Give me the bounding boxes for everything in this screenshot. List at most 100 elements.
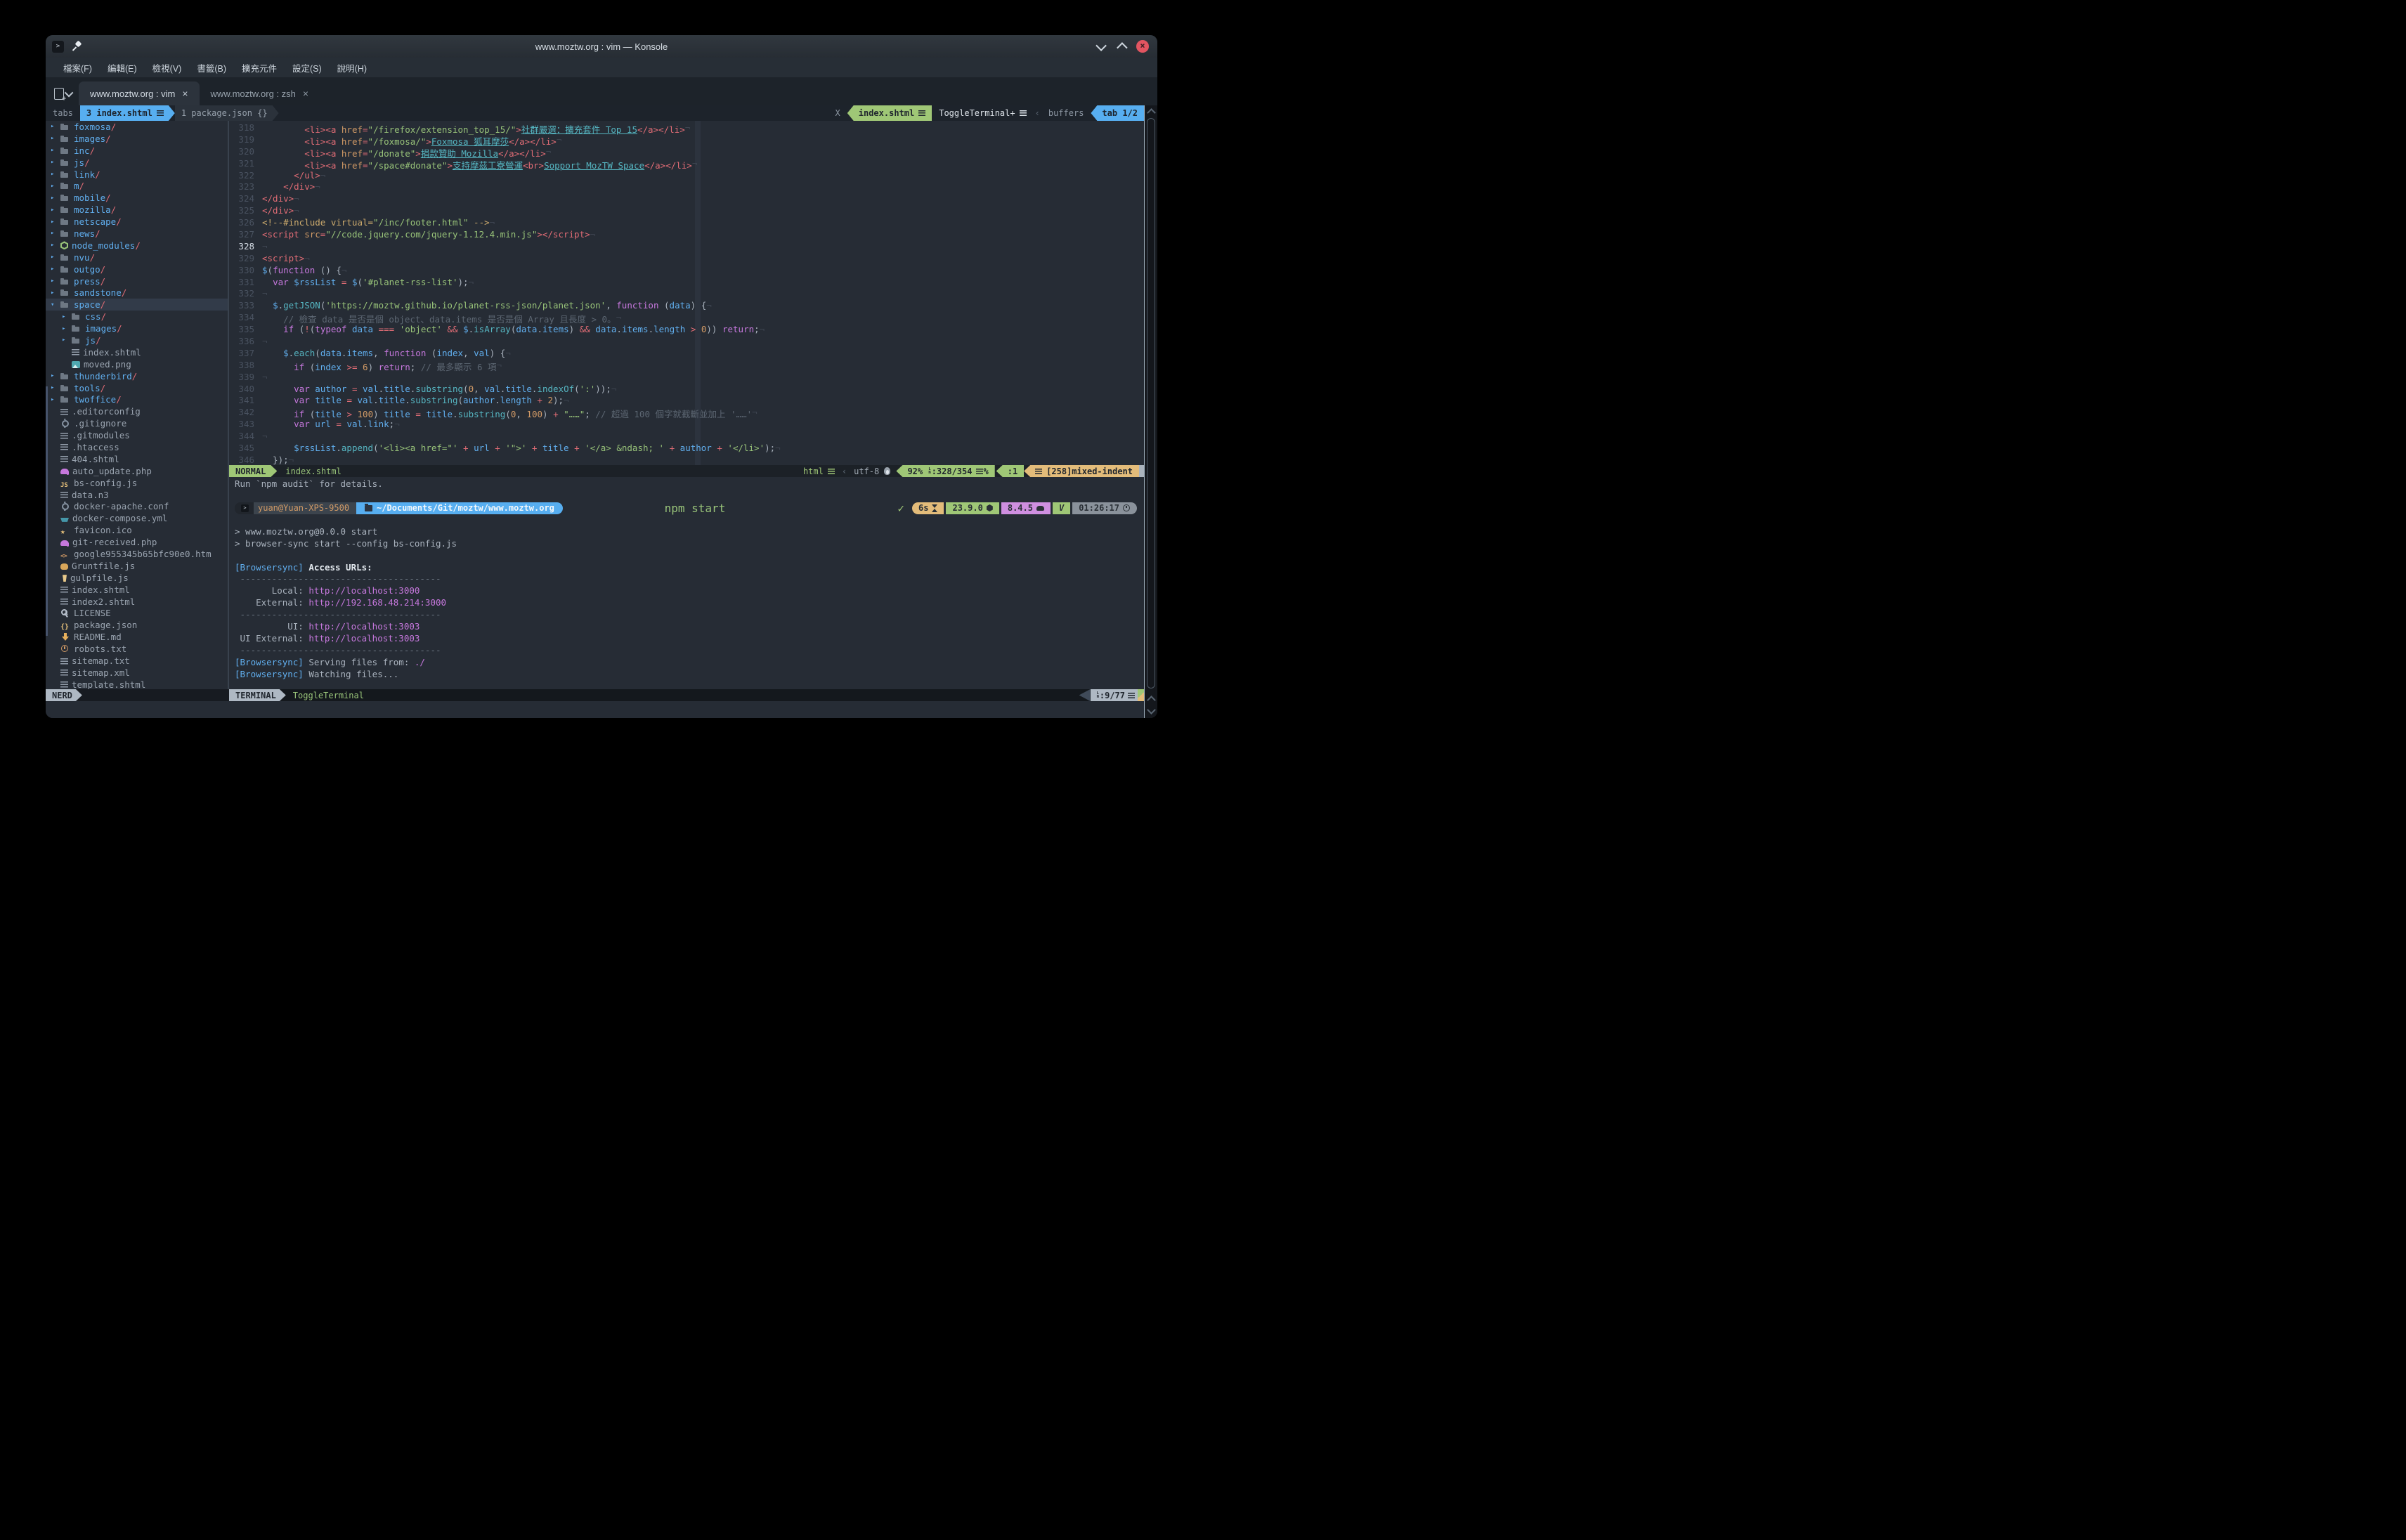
- code-line[interactable]: 342 if (title > 100) title = title.subst…: [229, 407, 1144, 419]
- tree-item[interactable]: bs-config.js: [46, 477, 228, 489]
- code-line[interactable]: 323 </div>¬: [229, 181, 1144, 193]
- code-line[interactable]: 337 $.each(data.items, function (index, …: [229, 348, 1144, 360]
- expander-arrow[interactable]: ▸: [50, 230, 60, 237]
- code-line[interactable]: 327<script src="//code.jquery.com/jquery…: [229, 229, 1144, 241]
- tree-item[interactable]: ▸inc/: [46, 145, 228, 157]
- code-line[interactable]: 334 // 檢查 data 是否是個 object、data.items 是否…: [229, 312, 1144, 324]
- scrollbar-thumb[interactable]: [1147, 118, 1155, 689]
- tree-item[interactable]: docker-compose.yml: [46, 512, 228, 524]
- tree-item[interactable]: ▸node_modules/: [46, 240, 228, 252]
- code-line[interactable]: 324</div>¬: [229, 193, 1144, 205]
- code-line[interactable]: 335 if (!(typeof data === 'object' && $.…: [229, 324, 1144, 336]
- tree-item[interactable]: ▾space/: [46, 299, 228, 311]
- code-line[interactable]: 331 var $rssList = $('#planet-rss-list')…: [229, 277, 1144, 289]
- konsole-scrollbar[interactable]: [1145, 105, 1157, 718]
- tree-item[interactable]: sitemap.xml: [46, 667, 228, 679]
- tree-item[interactable]: ▸m/: [46, 180, 228, 192]
- expander-arrow[interactable]: ▸: [50, 254, 60, 261]
- code-line[interactable]: 320 <li><a href="/donate">捐款贊助 Mozilla</…: [229, 146, 1144, 158]
- toggle-terminal-button[interactable]: ToggleTerminal+: [932, 105, 1033, 121]
- expander-arrow[interactable]: ▸: [50, 289, 60, 296]
- tree-item[interactable]: favicon.ico: [46, 524, 228, 536]
- tree-item[interactable]: ▸news/: [46, 228, 228, 240]
- new-tab-button[interactable]: [54, 88, 73, 100]
- expander-arrow[interactable]: ▸: [50, 278, 60, 285]
- tree-item[interactable]: ▸netscape/: [46, 216, 228, 228]
- menu-item[interactable]: 說明(H): [330, 58, 375, 77]
- code-line[interactable]: 332¬: [229, 288, 1144, 300]
- konsole-tab[interactable]: www.moztw.org : zsh×: [200, 81, 320, 105]
- expander-arrow[interactable]: ▸: [50, 372, 60, 379]
- tree-item[interactable]: ▸js/: [46, 334, 228, 346]
- tree-item[interactable]: google955345b65bfc90e0.htm: [46, 548, 228, 560]
- tree-item[interactable]: data.n3: [46, 489, 228, 501]
- tree-item[interactable]: robots.txt: [46, 643, 228, 655]
- tab-close-icon[interactable]: ×: [182, 88, 188, 99]
- tree-item[interactable]: ▸sandstone/: [46, 287, 228, 299]
- expander-arrow[interactable]: ▸: [50, 183, 60, 190]
- menu-item[interactable]: 擴充元件: [234, 58, 285, 77]
- tree-item[interactable]: LICENSE: [46, 608, 228, 620]
- code-line[interactable]: 338 if (index >= 6) return; // 最多顯示 6 項¬: [229, 360, 1144, 372]
- expander-arrow[interactable]: ▸: [50, 396, 60, 403]
- tree-item[interactable]: 404.shtml: [46, 453, 228, 465]
- code-line[interactable]: 326<!--#include virtual="/inc/footer.htm…: [229, 217, 1144, 229]
- tree-item[interactable]: ▸thunderbird/: [46, 370, 228, 382]
- expander-arrow[interactable]: ▸: [50, 123, 60, 130]
- tree-item[interactable]: Gruntfile.js: [46, 560, 228, 572]
- tree-item[interactable]: gulpfile.js: [46, 572, 228, 584]
- expander-arrow[interactable]: ▸: [61, 337, 72, 344]
- close-button[interactable]: ×: [1136, 40, 1149, 53]
- scroll-down-arrow-icon[interactable]: [1147, 705, 1156, 714]
- maximize-button[interactable]: [1117, 42, 1128, 53]
- menu-item[interactable]: 檔案(F): [56, 58, 100, 77]
- tree-item[interactable]: ▸mozilla/: [46, 204, 228, 216]
- code-line[interactable]: 319 <li><a href="/foxmosa/">Foxmosa 狐耳摩莎…: [229, 134, 1144, 146]
- editor-pane[interactable]: 318 <li><a href="/firefox/extension_top_…: [229, 121, 1144, 689]
- menu-item[interactable]: 檢視(V): [145, 58, 190, 77]
- tree-item[interactable]: package.json: [46, 619, 228, 631]
- tree-item[interactable]: sitemap.txt: [46, 655, 228, 667]
- close-buffer-button[interactable]: X: [828, 105, 847, 121]
- tree-item[interactable]: .gitmodules: [46, 429, 228, 441]
- tree-item[interactable]: index.shtml: [46, 346, 228, 358]
- expander-arrow[interactable]: ▸: [61, 325, 72, 332]
- expander-arrow[interactable]: ▾: [50, 301, 60, 308]
- code-line[interactable]: 330$(function () {¬: [229, 265, 1144, 277]
- tree-item[interactable]: docker-apache.conf: [46, 501, 228, 513]
- konsole-tab[interactable]: www.moztw.org : vim×: [79, 81, 200, 105]
- code-line[interactable]: 339¬: [229, 372, 1144, 384]
- tree-item[interactable]: ▸tools/: [46, 382, 228, 394]
- vim-tab-active[interactable]: 3 index.shtml: [80, 105, 175, 121]
- tree-item[interactable]: ▸outgo/: [46, 263, 228, 275]
- code-line[interactable]: 321 <li><a href="/space#donate">支持摩茲工寮營運…: [229, 158, 1144, 170]
- code-line[interactable]: 329<script>¬: [229, 253, 1144, 265]
- tree-item[interactable]: ▸nvu/: [46, 252, 228, 263]
- command-line-area[interactable]: [46, 701, 1144, 718]
- tree-item[interactable]: README.md: [46, 631, 228, 643]
- expander-arrow[interactable]: ▸: [50, 242, 60, 249]
- menu-item[interactable]: 設定(S): [285, 58, 330, 77]
- menu-item[interactable]: 書籤(B): [189, 58, 234, 77]
- expander-arrow[interactable]: ▸: [50, 159, 60, 166]
- tree-item[interactable]: ▸press/: [46, 275, 228, 287]
- code-line[interactable]: 340 var author = val.title.substring(0, …: [229, 384, 1144, 396]
- tree-item[interactable]: template.shtml: [46, 679, 228, 689]
- tree-item[interactable]: ▸mobile/: [46, 192, 228, 204]
- code-line[interactable]: 325</div>¬: [229, 205, 1144, 217]
- expander-arrow[interactable]: ▸: [50, 171, 60, 178]
- tree-item[interactable]: ▸foxmosa/: [46, 121, 228, 133]
- tab-close-icon[interactable]: ×: [303, 88, 308, 99]
- vim-tab-2[interactable]: 1 package.json {}: [175, 105, 279, 121]
- nerdtree-scrollbar[interactable]: [46, 386, 48, 636]
- tree-item[interactable]: ▸js/: [46, 157, 228, 169]
- expander-arrow[interactable]: ▸: [61, 313, 72, 320]
- tree-item[interactable]: .editorconfig: [46, 405, 228, 417]
- tree-item[interactable]: .htaccess: [46, 441, 228, 453]
- code-line[interactable]: 343 var url = val.link;¬: [229, 419, 1144, 431]
- tree-item[interactable]: ▸css/: [46, 311, 228, 322]
- expander-arrow[interactable]: ▸: [50, 135, 60, 142]
- code-line[interactable]: 341 var title = val.title.substring(auth…: [229, 395, 1144, 407]
- tree-item[interactable]: index2.shtml: [46, 596, 228, 608]
- tree-item[interactable]: ▸twoffice/: [46, 393, 228, 405]
